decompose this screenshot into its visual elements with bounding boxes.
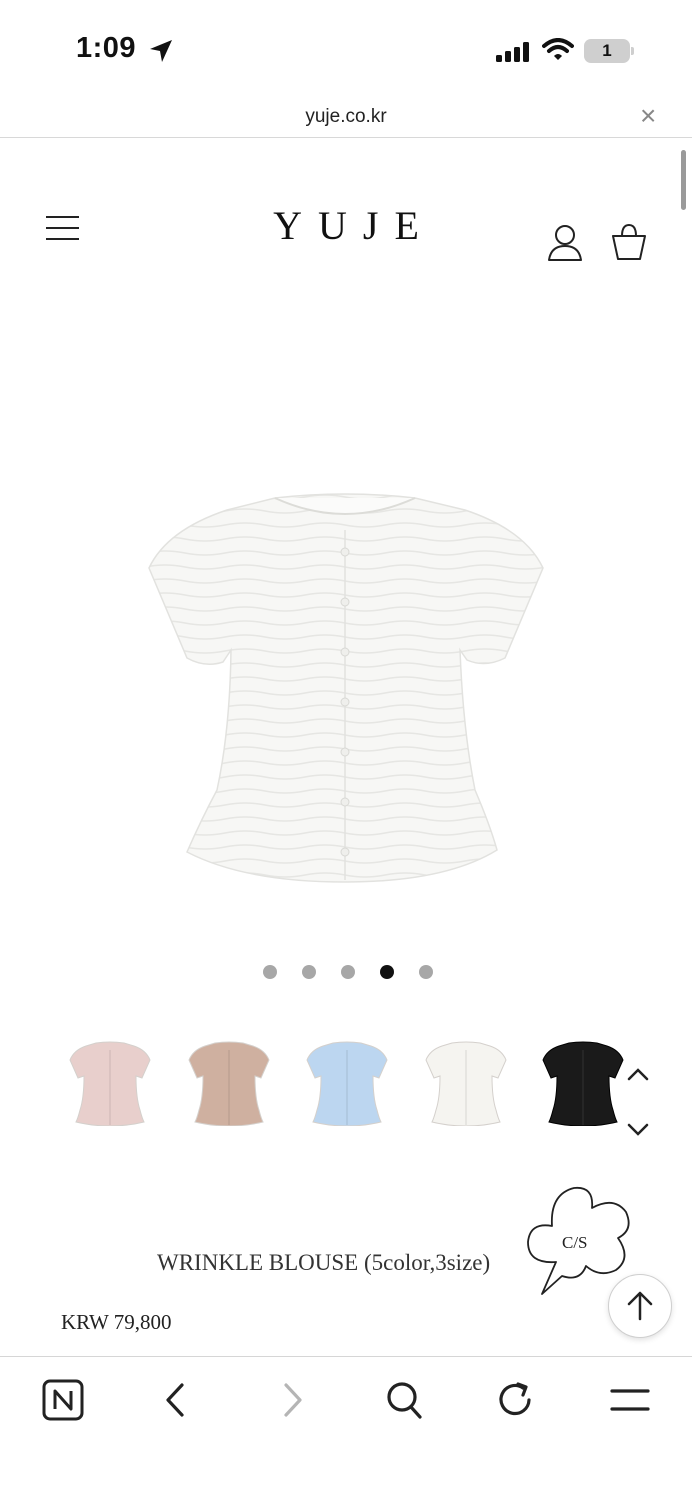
reload-icon[interactable] bbox=[496, 1379, 536, 1421]
color-swatch-blue[interactable] bbox=[305, 1040, 389, 1126]
carousel-dot[interactable] bbox=[302, 965, 316, 979]
arrow-up-icon bbox=[627, 1291, 653, 1321]
account-icon[interactable] bbox=[547, 224, 583, 262]
naver-icon[interactable] bbox=[42, 1379, 84, 1421]
divider bbox=[0, 137, 692, 138]
battery-tip bbox=[631, 47, 634, 55]
location-arrow-icon bbox=[150, 40, 172, 62]
shopping-bag-icon[interactable] bbox=[610, 222, 648, 262]
color-swatch-ivory[interactable] bbox=[424, 1040, 508, 1126]
product-price: KRW 79,800 bbox=[61, 1310, 172, 1334]
carousel-dot[interactable] bbox=[263, 965, 277, 979]
product-title: WRINKLE BLOUSE (5color,3size) bbox=[157, 1250, 491, 1275]
scroll-to-top-button[interactable] bbox=[608, 1274, 672, 1338]
chevron-down-icon[interactable] bbox=[626, 1122, 650, 1138]
scrollbar[interactable] bbox=[681, 150, 686, 210]
forward-icon[interactable] bbox=[276, 1379, 308, 1421]
carousel-dot[interactable] bbox=[341, 965, 355, 979]
close-icon[interactable]: × bbox=[640, 100, 656, 132]
color-swatch-pink[interactable] bbox=[68, 1040, 152, 1126]
color-swatch-black[interactable] bbox=[541, 1040, 625, 1126]
site-logo[interactable]: YUJE bbox=[0, 202, 692, 249]
battery-icon: 1 bbox=[584, 39, 630, 63]
carousel-dot[interactable] bbox=[419, 965, 433, 979]
url-bar[interactable]: yuje.co.kr bbox=[0, 106, 692, 128]
menu-icon[interactable] bbox=[608, 1379, 652, 1421]
cellular-signal-icon bbox=[496, 42, 529, 62]
wifi-icon bbox=[542, 38, 574, 60]
battery-level: 1 bbox=[602, 41, 612, 60]
browser-toolbar bbox=[0, 1356, 692, 1501]
carousel-dots[interactable] bbox=[0, 965, 692, 979]
chevron-up-icon[interactable] bbox=[626, 1066, 650, 1082]
status-time: 1:09 bbox=[76, 32, 137, 64]
carousel-dot[interactable] bbox=[380, 965, 394, 979]
search-icon[interactable] bbox=[384, 1379, 424, 1421]
cs-label[interactable]: C/S bbox=[562, 1233, 588, 1253]
back-icon[interactable] bbox=[160, 1379, 192, 1421]
color-swatch-beige[interactable] bbox=[187, 1040, 271, 1126]
product-image[interactable] bbox=[145, 490, 547, 886]
